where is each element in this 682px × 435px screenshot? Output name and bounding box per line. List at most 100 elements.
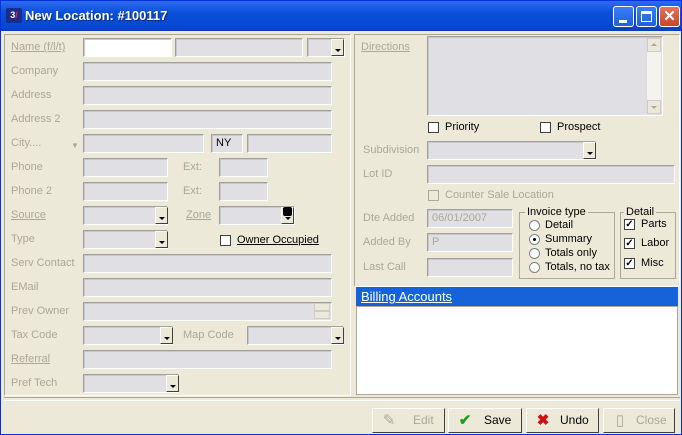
invoice-summary-radio[interactable] [529, 234, 540, 245]
subdivision-dropdown-icon[interactable] [583, 142, 596, 159]
owner-occupied-label: Owner Occupied [237, 234, 319, 246]
map-code-select[interactable] [247, 326, 344, 345]
scroll-up-icon[interactable] [647, 38, 661, 52]
ext2-input[interactable] [219, 182, 268, 201]
app-logo-icon: 3/ [6, 8, 22, 23]
undo-button-label: Undo [560, 413, 589, 427]
last-call-input[interactable] [427, 258, 513, 277]
pref-tech-label: Pref Tech [11, 377, 58, 389]
close-button[interactable]: ▯ Close [603, 408, 675, 433]
detail-misc-label: Misc [641, 257, 664, 269]
subdivision-label: Subdivision [363, 144, 420, 156]
source-label: Source [11, 209, 46, 221]
prospect-checkbox[interactable] [540, 122, 551, 133]
address2-input[interactable] [83, 110, 332, 129]
map-code-dropdown-icon[interactable] [331, 327, 344, 344]
billing-accounts-list[interactable] [356, 306, 678, 395]
added-by-input[interactable]: P [427, 233, 513, 252]
address-input[interactable] [83, 86, 332, 105]
invoice-type-title: Invoice type [525, 206, 588, 218]
toolbar-divider [4, 397, 680, 401]
edit-icon: ✎ [382, 412, 396, 429]
pref-tech-dropdown-icon[interactable] [166, 375, 179, 392]
owner-occupied-checkbox[interactable] [220, 235, 231, 246]
spin-up-icon[interactable] [314, 303, 330, 311]
detail-parts-label: Parts [641, 218, 667, 230]
invoice-detail-radio[interactable] [529, 220, 540, 231]
referral-label-text: Referral [11, 353, 51, 365]
title-dropdown-icon[interactable] [331, 39, 344, 56]
invoice-totals-only-radio[interactable] [529, 248, 540, 259]
phone2-input[interactable] [83, 182, 168, 201]
undo-button[interactable]: ✖ Undo [526, 408, 599, 433]
ext2-label: Ext: [183, 185, 202, 197]
priority-label: Priority [445, 121, 480, 133]
checkmark-icon: ✔ [458, 412, 472, 429]
prev-owner-spinner[interactable] [314, 303, 331, 320]
detail-labor-label: Labor [641, 237, 670, 249]
minimize-button[interactable] [613, 6, 634, 27]
invoice-totals-no-tax-radio[interactable] [529, 262, 540, 273]
phone-input[interactable] [83, 158, 168, 177]
zip-input[interactable] [247, 134, 332, 153]
maximize-icon [641, 11, 652, 22]
phone2-label: Phone 2 [11, 185, 52, 197]
date-added-input[interactable]: 06/01/2007 [427, 209, 513, 228]
address2-label: Address 2 [11, 113, 61, 125]
detail-misc-checkbox[interactable]: ✓ [624, 258, 635, 269]
detail-parts-checkbox[interactable]: ✓ [624, 219, 635, 230]
close-button-label: Close [636, 413, 667, 427]
prev-owner-label: Prev Owner [11, 305, 70, 317]
edit-button[interactable]: ✎ Edit [372, 408, 445, 433]
last-name-input[interactable] [175, 38, 303, 57]
date-added-label: Dte Added [363, 212, 415, 224]
lot-id-label: Lot ID [363, 168, 393, 180]
name-label: Name (f/l/t) [11, 41, 65, 53]
city-label[interactable]: City.... [11, 137, 41, 149]
subdivision-select[interactable] [427, 141, 596, 160]
save-button-label: Save [484, 413, 512, 427]
save-button[interactable]: ✔ Save [448, 408, 522, 433]
maximize-button[interactable] [636, 6, 657, 27]
title-bar[interactable]: 3/ New Location: #100117 ✕ [1, 1, 681, 31]
new-location-window: 3/ New Location: #100117 ✕ Name (f/l/t) … [0, 0, 682, 435]
spin-down-icon[interactable] [314, 311, 330, 319]
directions-scrollbar[interactable] [646, 38, 661, 114]
close-window-button[interactable]: ✕ [659, 6, 680, 27]
directions-label-text: Directions [361, 41, 410, 53]
email-input[interactable] [83, 278, 332, 297]
map-code-label: Map Code [183, 329, 234, 341]
invoice-totals-no-tax-label: Totals, no tax [545, 261, 610, 273]
tax-code-dropdown-icon[interactable] [160, 327, 173, 344]
detail-labor-checkbox[interactable]: ✓ [624, 238, 635, 249]
city-input[interactable] [83, 134, 204, 153]
pref-tech-select[interactable] [83, 374, 179, 393]
source-dropdown-icon[interactable] [155, 207, 168, 224]
ext-input[interactable] [219, 158, 268, 177]
prev-owner-input[interactable] [83, 302, 332, 321]
lot-id-input[interactable] [427, 165, 675, 184]
directions-textarea[interactable] [427, 36, 663, 116]
city-chevron-icon[interactable]: ▼ [71, 141, 79, 150]
zone-label: Zone [186, 209, 211, 221]
scroll-down-icon[interactable] [647, 100, 661, 114]
company-label: Company [11, 65, 59, 77]
source-label-text: Source [11, 209, 46, 221]
first-name-input[interactable] [83, 38, 172, 57]
company-input[interactable] [83, 62, 332, 81]
serv-contact-input[interactable] [83, 254, 332, 273]
type-dropdown-icon[interactable] [155, 231, 168, 248]
email-label: EMail [11, 281, 39, 293]
close-icon: ✕ [663, 8, 676, 25]
priority-checkbox[interactable] [428, 122, 439, 133]
window-title: New Location: #100117 [25, 8, 168, 23]
counter-sale-checkbox[interactable] [428, 190, 439, 201]
referral-input[interactable] [83, 350, 332, 369]
detail-title: Detail [624, 206, 657, 218]
added-by-label: Added By [363, 236, 411, 248]
counter-sale-label: Counter Sale Location [445, 189, 554, 201]
referral-label: Referral [11, 353, 50, 365]
state-input[interactable]: NY [211, 134, 243, 153]
x-icon: ✖ [536, 412, 550, 429]
billing-accounts-header[interactable]: Billing Accounts [356, 287, 678, 306]
